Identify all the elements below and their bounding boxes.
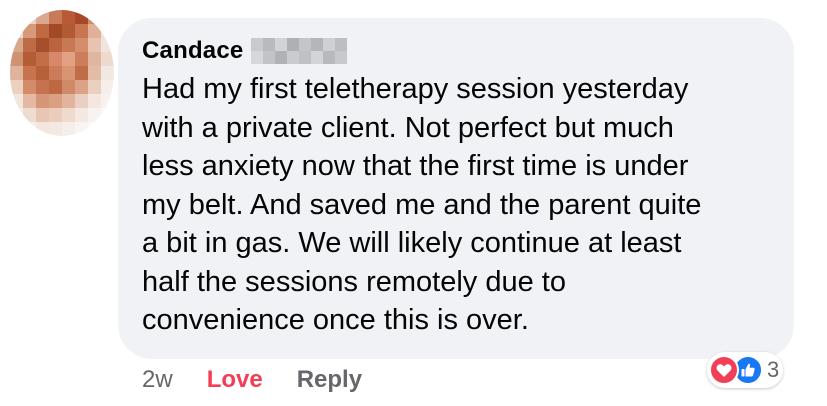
avatar[interactable]: [10, 10, 114, 136]
comment: Candace Had my first teletherapy session…: [0, 0, 827, 406]
reactions-summary[interactable]: 3: [707, 352, 784, 388]
comment-text: Had my first teletherapy session yesterd…: [142, 70, 782, 340]
comment-actions: 2w Love Reply: [142, 364, 362, 396]
name-redaction: [251, 38, 348, 64]
comment-text-line: my belt. And saved me and the parent qui…: [142, 188, 702, 221]
comment-text-line: with a private client. Not perfect but m…: [142, 111, 674, 144]
comment-text-line: a bit in gas. We will likely continue at…: [142, 227, 682, 259]
love-reaction-button[interactable]: Love: [207, 366, 263, 394]
comment-text-line: less anxiety now that the first time is …: [142, 150, 689, 182]
comment-bubble: Candace Had my first teletherapy session…: [118, 18, 794, 359]
author-name[interactable]: Candace: [142, 37, 243, 65]
comment-text-line: half the sessions remotely due to: [142, 265, 566, 298]
love-icon: [709, 355, 739, 385]
comment-text-line: Had my first teletherapy session yesterd…: [142, 73, 689, 105]
timestamp[interactable]: 2w: [142, 366, 173, 394]
comment-text-line: convenience once this is over.: [142, 304, 529, 336]
reply-button[interactable]: Reply: [297, 366, 362, 394]
author-row: Candace: [142, 36, 348, 66]
reaction-count: 3: [767, 357, 780, 382]
